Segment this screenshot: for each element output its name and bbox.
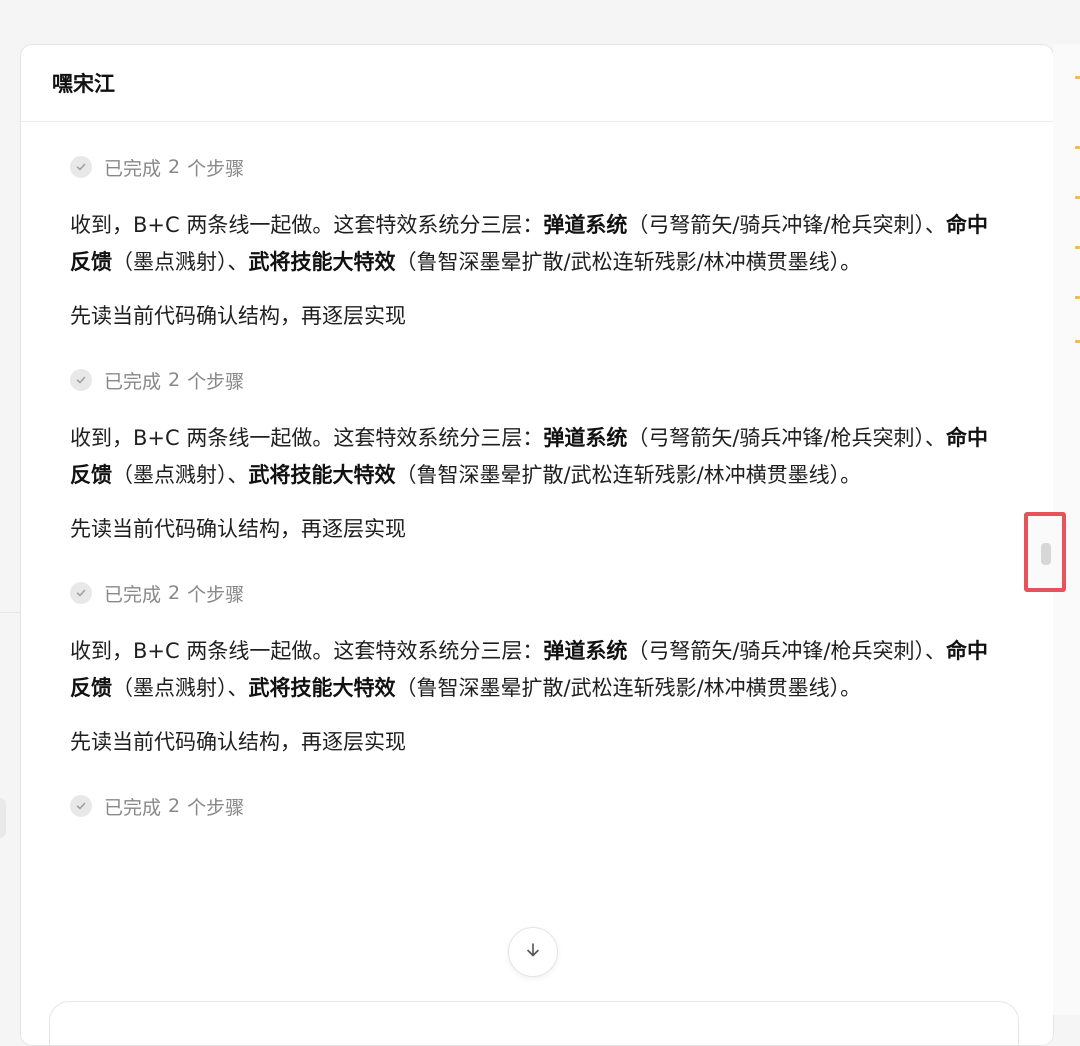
steps-summary[interactable]: 已完成 2 个步骤 [70,154,1005,180]
layer-desc: （弓弩箭矢/骑兵冲锋/枪兵突刺）、 [627,213,946,237]
layer-title: 弹道系统 [543,213,628,237]
assistant-message: 已完成 2 个步骤 [70,761,1005,819]
layer-desc: （鲁智深墨晕扩散/武松连斩残影/林冲横贯墨线）。 [395,463,862,487]
intro-text: 收到，B+C 两条线一起做。这套特效系统分三层： [70,213,544,237]
message-input[interactable] [49,1001,1019,1045]
steps-prefix: 已完成 [104,370,162,393]
scrollbar-thumb[interactable] [1041,543,1051,565]
check-icon [70,795,92,817]
arrow-down-icon [523,940,543,964]
layer-title: 弹道系统 [543,426,628,450]
message-paragraph: 收到，B+C 两条线一起做。这套特效系统分三层：弹道系统（弓弩箭矢/骑兵冲锋/枪… [70,207,1005,281]
steps-count: 2 [168,156,181,178]
accent-mark [1075,246,1080,249]
steps-suffix: 个步骤 [187,583,245,606]
layer-desc: （墨点溅射）、 [112,463,249,487]
accent-mark [1075,146,1080,149]
accent-mark [1075,196,1080,199]
intro-text: 收到，B+C 两条线一起做。这套特效系统分三层： [70,639,544,663]
check-icon [70,582,92,604]
check-icon [70,369,92,391]
background-divider [0,612,20,613]
followup-text: 先读当前代码确认结构，再逐层实现 [70,517,406,541]
layer-title: 弹道系统 [543,639,628,663]
chat-header: 嘿宋江 [21,45,1053,122]
accent-mark [1075,76,1080,79]
layer-title: 武将技能大特效 [248,463,396,487]
steps-summary[interactable]: 已完成 2 个步骤 [70,367,1005,393]
assistant-message: 已完成 2 个步骤 收到，B+C 两条线一起做。这套特效系统分三层：弹道系统（弓… [70,122,1005,335]
layer-desc: （弓弩箭矢/骑兵冲锋/枪兵突刺）、 [627,639,946,663]
scroll-to-bottom-button[interactable] [508,927,558,977]
followup-text: 先读当前代码确认结构，再逐层实现 [70,730,406,754]
intro-text: 收到，B+C 两条线一起做。这套特效系统分三层： [70,426,544,450]
layer-desc: （鲁智深墨晕扩散/武松连斩残影/林冲横贯墨线）。 [395,250,862,274]
accent-mark [1075,296,1080,299]
steps-suffix: 个步骤 [187,370,245,393]
accent-mark [1075,340,1080,343]
message-list[interactable]: 已完成 2 个步骤 收到，B+C 两条线一起做。这套特效系统分三层：弹道系统（弓… [21,122,1053,1045]
layer-desc: （墨点溅射）、 [112,676,249,700]
steps-count: 2 [168,795,181,817]
assistant-message: 已完成 2 个步骤 收到，B+C 两条线一起做。这套特效系统分三层：弹道系统（弓… [70,548,1005,761]
layer-desc: （弓弩箭矢/骑兵冲锋/枪兵突刺）、 [627,426,946,450]
steps-summary[interactable]: 已完成 2 个步骤 [70,793,1005,819]
steps-prefix: 已完成 [104,796,162,819]
check-icon [70,156,92,178]
steps-prefix: 已完成 [104,583,162,606]
steps-prefix: 已完成 [104,157,162,180]
steps-suffix: 个步骤 [187,157,245,180]
assistant-message: 已完成 2 个步骤 收到，B+C 两条线一起做。这套特效系统分三层：弹道系统（弓… [70,335,1005,548]
chat-title: 嘿宋江 [52,72,115,96]
layer-title: 武将技能大特效 [248,250,396,274]
message-paragraph: 收到，B+C 两条线一起做。这套特效系统分三层：弹道系统（弓弩箭矢/骑兵冲锋/枪… [70,420,1005,494]
sidebar-collapse-tab[interactable] [0,798,6,838]
layer-title: 武将技能大特效 [248,676,396,700]
steps-summary[interactable]: 已完成 2 个步骤 [70,580,1005,606]
steps-count: 2 [168,369,181,391]
message-paragraph: 收到，B+C 两条线一起做。这套特效系统分三层：弹道系统（弓弩箭矢/骑兵冲锋/枪… [70,633,1005,707]
steps-suffix: 个步骤 [187,796,245,819]
chat-panel: 嘿宋江 已完成 2 个步骤 收到，B+C 两条线一起做。这套特效系统分三层：弹道… [20,44,1054,1046]
layer-desc: （墨点溅射）、 [112,250,249,274]
followup-text: 先读当前代码确认结构，再逐层实现 [70,304,406,328]
steps-count: 2 [168,582,181,604]
layer-desc: （鲁智深墨晕扩散/武松连斩残影/林冲横贯墨线）。 [395,676,862,700]
